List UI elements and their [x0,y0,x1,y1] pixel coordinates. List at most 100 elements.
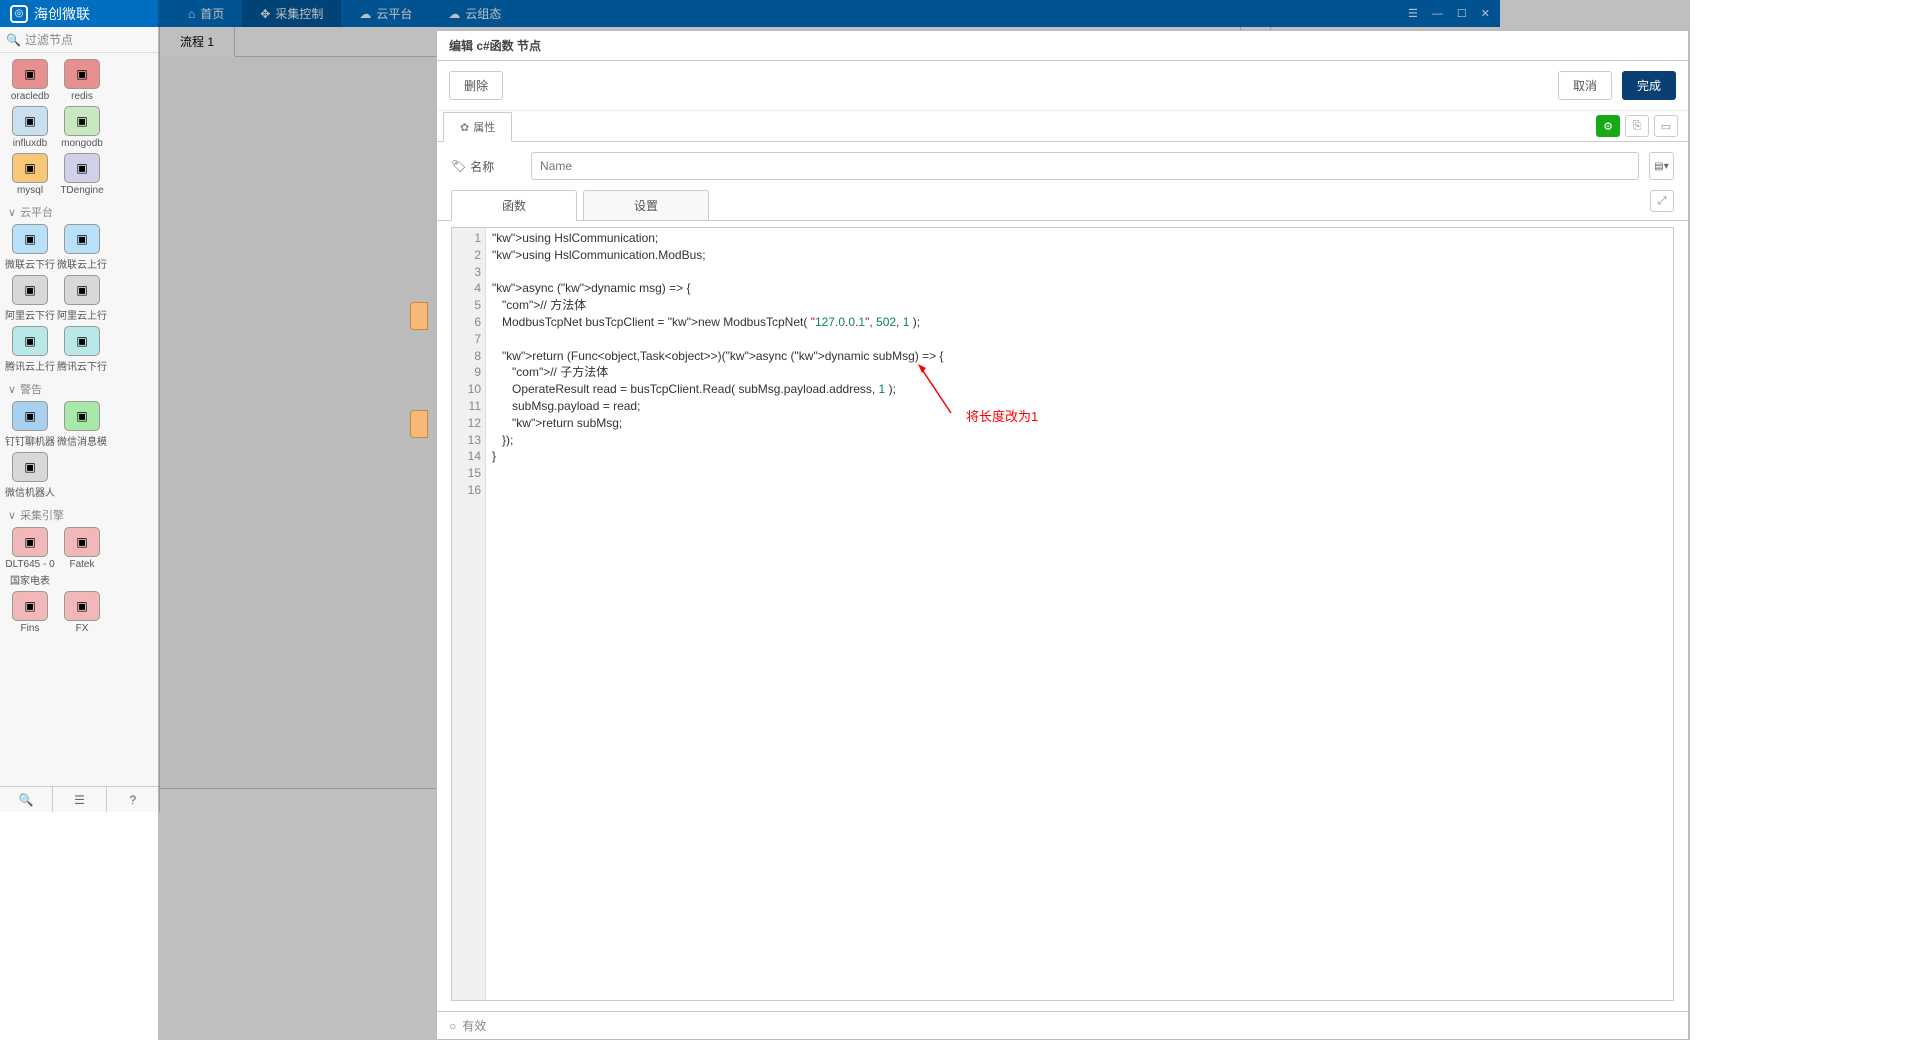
code-area[interactable]: "kw">using HslCommunication;"kw">using H… [486,228,1673,1000]
name-input[interactable] [531,152,1639,180]
gear-icon: ✿ [460,121,469,134]
node-icon: ▣ [64,401,100,431]
category-警告[interactable]: ∨ 警告 [4,375,155,399]
node-label: 阿里云下行 [5,307,55,322]
palette-node-腾讯云上行[interactable]: ▣ 腾讯云上行 [6,326,54,373]
toggle-active-button[interactable]: ⚙ [1596,115,1620,137]
annotation-arrow [916,363,956,423]
palette-node-mongodb[interactable]: ▣ mongodb [58,106,106,149]
book-icon-button[interactable]: ▭ [1654,115,1678,137]
settings-tab[interactable]: 设置 [583,190,709,220]
node-label: 阿里云上行 [57,307,107,322]
search-icon: 🔍 [6,33,21,47]
canvas-node-peek-2 [410,410,428,438]
palette-node-DLT645 - 0[interactable]: ▣ DLT645 - 0国家电表 [6,527,54,587]
node-icon: ▣ [12,59,48,89]
brand-logo: ◎ 海创微联 [10,4,170,24]
code-tabs: 函数 设置 ⤢ [437,190,1688,221]
line-gutter: 12345678910111213141516 [452,228,486,1000]
node-palette: 🔍 过滤节点 ▣ oracledb ▣ redis ▣ influxdb ▣ m… [0,27,160,812]
name-field-row: 🏷名称 ▤▾ [437,142,1688,190]
palette-node-阿里云下行[interactable]: ▣ 阿里云下行 [6,275,54,322]
cancel-button[interactable]: 取消 [1558,71,1612,100]
tag-icon: 🏷 [451,159,466,173]
palette-node-Fins[interactable]: ▣ Fins [6,591,54,634]
node-icon: ▣ [12,224,48,254]
node-label: 腾讯云上行 [5,358,55,373]
node-label: 钉钉聊机器 [5,433,55,448]
node-label: 微联云上行 [57,256,107,271]
node-icon: ▣ [12,326,48,356]
palette-node-influxdb[interactable]: ▣ influxdb [6,106,54,149]
node-icon: ▣ [64,224,100,254]
palette-list-button[interactable]: ☰ [53,787,106,812]
palette-node-微信机器人[interactable]: ▣ 微信机器人 [6,452,54,499]
palette-footer: 🔍 ☰ ? [0,786,159,812]
palette-help-button[interactable]: ? [107,787,159,812]
palette-node-微联云上行[interactable]: ▣ 微联云上行 [58,224,106,271]
node-label: DLT645 - 0 [5,559,54,570]
code-editor[interactable]: 12345678910111213141516 "kw">using HslCo… [451,227,1674,1001]
node-icon: ▣ [64,326,100,356]
expand-editor-button[interactable]: ⤢ [1650,190,1674,212]
node-label: 微信消息模 [57,433,107,448]
dialog-title: 编辑 c#函数 节点 [437,31,1688,61]
node-icon: ▣ [64,106,100,136]
palette-node-mysql[interactable]: ▣ mysql [6,153,54,196]
copy-button[interactable]: ⎘ [1625,115,1649,137]
logo-icon: ◎ [10,5,28,23]
node-icon: ▣ [64,591,100,621]
palette-filter[interactable]: 🔍 过滤节点 [0,27,159,53]
node-label: mysql [17,185,43,196]
node-label: FX [76,623,89,634]
palette-node-TDengine[interactable]: ▣ TDengine [58,153,106,196]
function-tab[interactable]: 函数 [451,190,577,220]
delete-button[interactable]: 删除 [449,71,503,100]
node-icon: ▣ [12,527,48,557]
category-采集引擎[interactable]: ∨ 采集引擎 [4,501,155,525]
node-label: Fins [21,623,40,634]
valid-label: 有效 [462,1017,486,1034]
node-label: TDengine [60,185,103,196]
code-annotation: 将长度改为1 [966,408,1038,426]
edit-node-dialog: 编辑 c#函数 节点 删除 取消 完成 ✿属性 ⚙ ⎘ ▭ 🏷名称 ▤▾ 函数 … [436,30,1689,1040]
name-extra-button[interactable]: ▤▾ [1649,152,1674,180]
node-icon: ▣ [12,153,48,183]
properties-tab[interactable]: ✿属性 [443,112,512,142]
palette-node-腾讯云下行[interactable]: ▣ 腾讯云下行 [58,326,106,373]
node-label: oracledb [11,91,49,102]
node-icon: ▣ [64,59,100,89]
node-label: redis [71,91,93,102]
node-icon: ▣ [64,153,100,183]
palette-node-钉钉聊机器[interactable]: ▣ 钉钉聊机器 [6,401,54,448]
node-label: 微信机器人 [5,484,55,499]
canvas-node-peek [410,302,428,330]
node-label: influxdb [13,138,47,149]
palette-node-FX[interactable]: ▣ FX [58,591,106,634]
palette-node-阿里云上行[interactable]: ▣ 阿里云上行 [58,275,106,322]
node-label: 腾讯云下行 [57,358,107,373]
palette-node-微信消息模[interactable]: ▣ 微信消息模 [58,401,106,448]
node-icon: ▣ [12,591,48,621]
palette-node-oracledb[interactable]: ▣ oracledb [6,59,54,102]
dialog-footer: ○ 有效 [437,1011,1688,1039]
palette-node-Fatek[interactable]: ▣ Fatek [58,527,106,587]
node-icon: ▣ [12,106,48,136]
node-icon: ▣ [64,527,100,557]
palette-node-redis[interactable]: ▣ redis [58,59,106,102]
node-icon: ▣ [12,452,48,482]
dialog-toolbar: 删除 取消 完成 [437,61,1688,111]
node-icon: ▣ [12,275,48,305]
brand-text: 海创微联 [34,4,90,24]
name-label: 🏷名称 [451,158,521,175]
node-icon: ▣ [12,401,48,431]
dialog-prop-tabs: ✿属性 ⚙ ⎘ ▭ [437,111,1688,142]
palette-node-微联云下行[interactable]: ▣ 微联云下行 [6,224,54,271]
done-button[interactable]: 完成 [1622,71,1676,100]
node-label: mongodb [61,138,103,149]
node-icon: ▣ [64,275,100,305]
category-云平台[interactable]: ∨ 云平台 [4,198,155,222]
node-label: 微联云下行 [5,256,55,271]
palette-search-button[interactable]: 🔍 [0,787,53,812]
node-label: Fatek [69,559,94,570]
